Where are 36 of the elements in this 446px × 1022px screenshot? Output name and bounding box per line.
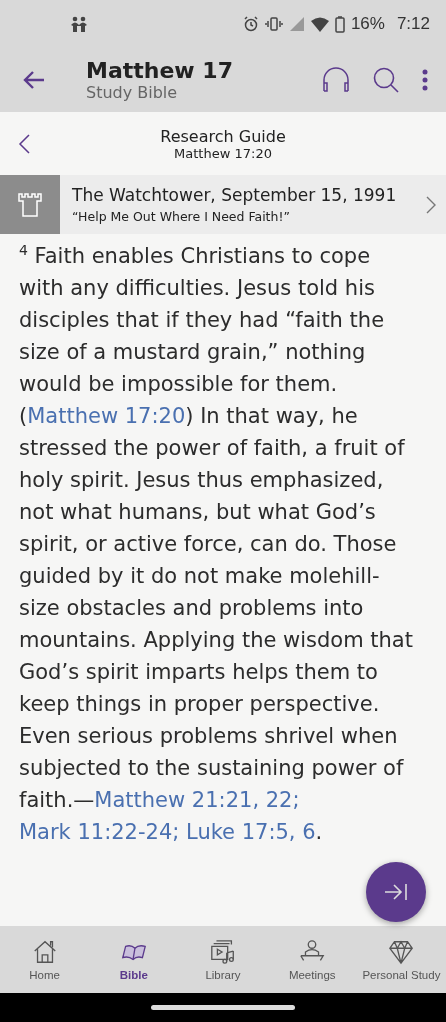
battery-icon	[334, 15, 345, 33]
clock-time: 7:12	[396, 14, 430, 34]
scripture-link[interactable]: Mark 11:22-24;	[19, 820, 180, 844]
headphones-icon[interactable]	[322, 67, 350, 93]
signal-icon	[288, 16, 305, 32]
wifi-icon	[310, 16, 329, 32]
publication-row[interactable]: The Watchtower, September 15, 1991 “Help Me Out Where I Need Faith!”	[0, 175, 446, 234]
nav-tab[interactable]: Bible	[89, 926, 179, 993]
chevron-right-icon	[426, 195, 436, 214]
nav-tab[interactable]: Meetings	[267, 926, 357, 993]
guide-reference: Matthew 17:20	[174, 145, 272, 161]
search-icon[interactable]	[372, 66, 400, 94]
guide-title: Research Guide	[160, 126, 286, 146]
article-title: “Help Me Out Where I Need Faith!”	[72, 209, 291, 224]
publication-title: The Watchtower, September 15, 1991	[72, 185, 398, 205]
alarm-icon	[242, 16, 259, 32]
nav-tab[interactable]: Personal Study	[356, 926, 446, 993]
media-icon	[209, 938, 237, 966]
tower-icon	[17, 191, 43, 218]
page-title: Matthew 17	[86, 58, 234, 83]
scripture-link[interactable]: Matthew 21:21, 22;	[94, 788, 300, 812]
nav-tab[interactable]: Home	[0, 926, 90, 993]
people-icon	[70, 16, 88, 32]
back-arrow-icon[interactable]	[23, 70, 45, 90]
next-button[interactable]	[366, 862, 426, 922]
more-menu-icon[interactable]	[422, 69, 428, 91]
nav-tab[interactable]: Library	[178, 926, 268, 993]
vibrate-icon	[264, 16, 283, 32]
scripture-link[interactable]: Luke 17:5, 6	[186, 820, 316, 844]
battery-percent: 16%	[350, 14, 385, 34]
page-subtitle: Study Bible	[86, 83, 179, 102]
scripture-link[interactable]: Matthew 17:20	[27, 404, 186, 428]
back-chevron-icon[interactable]	[18, 134, 30, 154]
arrow-to-end-icon	[384, 883, 408, 901]
paragraph-text: $^{4}$ Faith enables Christians to cope with any difficulties. Jesus told his disciples that if they had “faith the size of a mustard grain,” nothing would be impossible for them. (Matthew 17:20) In that way, he stressed the power of faith, a fruit of holy spirit. Jesus thus emphasized, not what humans, but what God’s spirit, or active force, can do. Those guided by it do not make molehill-size obstacles and problems into mountains. Applying the wisdom that God’s spirit imparts helps them to keep things in proper perspective. Even serious problems shrivel when subjected to the sustaining power of faith.—Matthew 21:21, 22; Mark 11:22-24; Luke 17:5, 6.	[19, 241, 414, 846]
diamond-icon	[387, 938, 416, 966]
